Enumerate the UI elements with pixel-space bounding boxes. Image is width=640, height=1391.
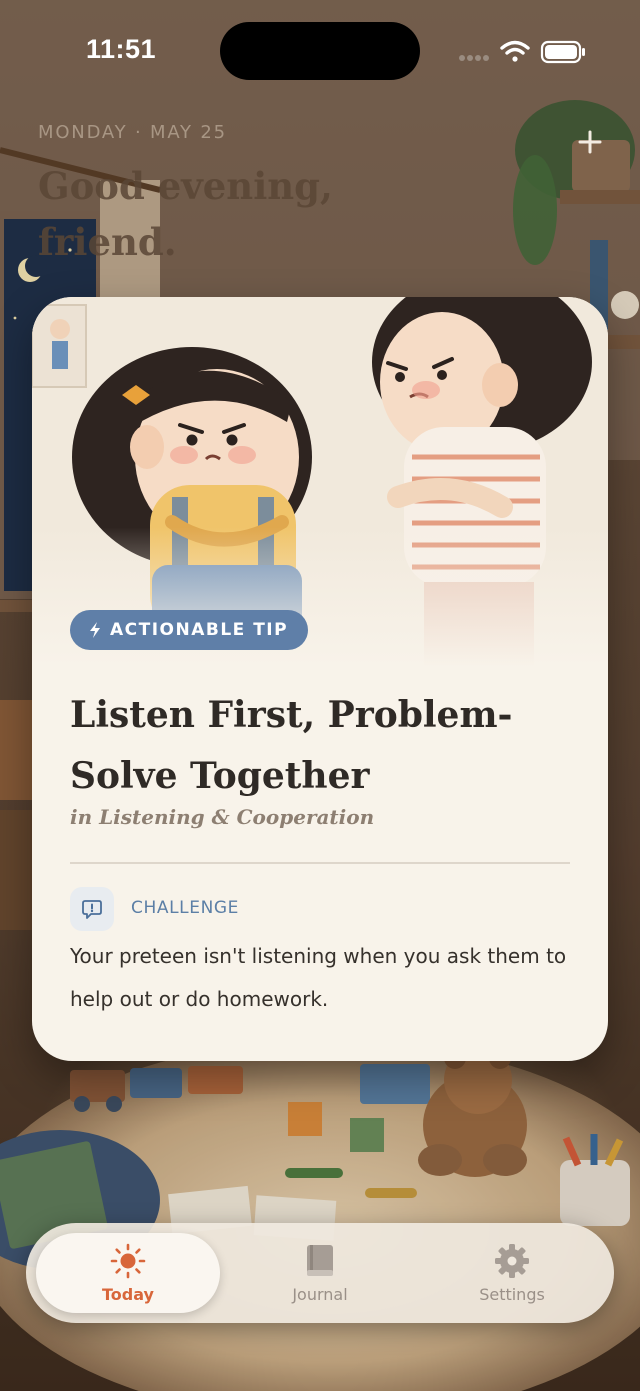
status-icons: [459, 40, 585, 64]
add-button[interactable]: [572, 124, 608, 160]
wifi-icon: [500, 40, 530, 62]
plus-icon: [578, 130, 602, 154]
gear-icon: [495, 1243, 529, 1278]
actionable-tip-badge: ACTIONABLE TIP: [70, 610, 309, 650]
cellular-signal-icon: [459, 55, 489, 61]
date-label: MONDAY · MAY 25: [38, 122, 227, 143]
tab-journal[interactable]: Journal: [228, 1233, 412, 1313]
sun-icon: [110, 1243, 146, 1278]
status-time: 11:51: [86, 34, 157, 64]
challenge-label: CHALLENGE: [131, 898, 239, 918]
battery-icon: [540, 40, 585, 64]
tip-category: in Listening & Cooperation: [70, 805, 375, 829]
book-icon: [307, 1244, 333, 1276]
greeting-heading: Good evening, friend.: [38, 164, 333, 264]
dynamic-island: [220, 22, 420, 80]
tip-title: Listen First, Problem-Solve Together: [70, 694, 513, 797]
app-screen: 11:51 MONDAY · MAY 25 Good evening, frie…: [0, 0, 640, 1391]
lightning-icon: [90, 622, 100, 638]
tab-label: Today: [102, 1284, 154, 1304]
tab-today[interactable]: Today: [36, 1233, 220, 1313]
badge-label: ACTIONABLE TIP: [110, 620, 289, 640]
tab-label: Journal: [292, 1284, 348, 1304]
tab-settings[interactable]: Settings: [420, 1233, 604, 1313]
challenge-text: Your preteen isn't listening when you as…: [70, 944, 567, 1011]
tip-card[interactable]: ACTIONABLE TIP Listen First, Problem-Sol…: [32, 297, 608, 1061]
tab-bar: Today Journal Settings: [26, 1223, 614, 1323]
card-divider: [70, 862, 570, 864]
challenge-icon-wrap: [70, 887, 114, 931]
tab-label: Settings: [479, 1284, 545, 1304]
speech-bubble-exclamation-icon: [82, 900, 102, 919]
